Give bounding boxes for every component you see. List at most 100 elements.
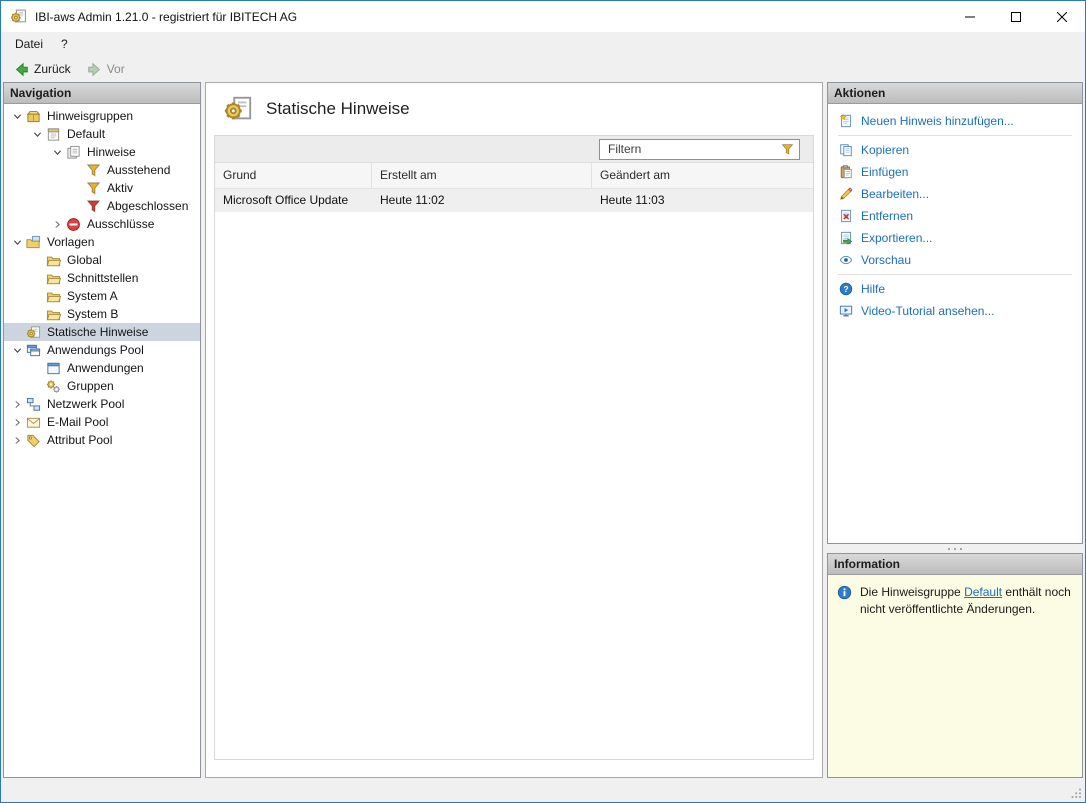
toolbar: Zurück Vor bbox=[1, 56, 1085, 82]
attribute-pool-icon bbox=[26, 433, 41, 448]
default-group-link[interactable]: Default bbox=[964, 585, 1002, 599]
chevron-right-icon[interactable] bbox=[48, 219, 66, 230]
tree-item-schnittstellen[interactable]: Schnittstellen bbox=[4, 269, 200, 287]
back-button-label: Zurück bbox=[34, 62, 71, 76]
column-header-grund[interactable]: Grund bbox=[215, 163, 372, 188]
tree-item-email-pool[interactable]: E-Mail Pool bbox=[4, 413, 200, 431]
filter-button[interactable] bbox=[775, 140, 799, 159]
tree-item-label: Ausstehend bbox=[107, 163, 170, 177]
tree-item-label: Anwendungen bbox=[67, 361, 144, 375]
navigation-header: Navigation bbox=[4, 83, 200, 104]
tree-item-label: Abgeschlossen bbox=[107, 199, 188, 213]
chevron-down-icon[interactable] bbox=[8, 237, 26, 248]
main-header: Statische Hinweise bbox=[206, 83, 822, 133]
chevron-right-icon[interactable] bbox=[8, 399, 26, 410]
chevron-down-icon[interactable] bbox=[8, 345, 26, 356]
export-icon bbox=[839, 231, 853, 245]
cell-geaendert-am: Heute 11:03 bbox=[592, 189, 813, 212]
actions-list: Neuen Hinweis hinzufügen... Kopieren Ein… bbox=[828, 104, 1082, 328]
tree-item-ausschluesse[interactable]: Ausschlüsse bbox=[4, 215, 200, 233]
tree-item-abgeschlossen[interactable]: Abgeschlossen bbox=[4, 197, 200, 215]
action-remove[interactable]: Entfernen bbox=[828, 205, 1082, 227]
action-label: Entfernen bbox=[861, 209, 913, 223]
action-copy[interactable]: Kopieren bbox=[828, 139, 1082, 161]
action-help[interactable]: Hilfe bbox=[828, 278, 1082, 300]
action-paste[interactable]: Einfügen bbox=[828, 161, 1082, 183]
chevron-down-icon[interactable] bbox=[8, 111, 26, 122]
tree-item-label: Attribut Pool bbox=[47, 433, 112, 447]
funnel-yellow-icon bbox=[86, 181, 101, 196]
filter-input[interactable] bbox=[600, 142, 775, 156]
tree-item-label: System B bbox=[67, 307, 118, 321]
tree-item-netzwerk-pool[interactable]: Netzwerk Pool bbox=[4, 395, 200, 413]
action-export[interactable]: Exportieren... bbox=[828, 227, 1082, 249]
tree-item-label: Global bbox=[67, 253, 102, 267]
tree-item-system-b[interactable]: System B bbox=[4, 305, 200, 323]
panel-splitter[interactable] bbox=[827, 544, 1083, 553]
information-text: Die Hinweisgruppe Default enthält noch n… bbox=[860, 584, 1073, 619]
back-button[interactable]: Zurück bbox=[6, 60, 79, 79]
tree-item-system-a[interactable]: System A bbox=[4, 287, 200, 305]
forward-button[interactable]: Vor bbox=[79, 60, 133, 79]
email-pool-icon bbox=[26, 415, 41, 430]
forward-arrow-icon bbox=[87, 62, 102, 77]
maximize-button[interactable] bbox=[993, 1, 1039, 32]
tree-item-anwendungs-pool[interactable]: Anwendungs Pool bbox=[4, 341, 200, 359]
action-video-tutorial[interactable]: Video-Tutorial ansehen... bbox=[828, 300, 1082, 322]
tree-item-hinweise[interactable]: Hinweise bbox=[4, 143, 200, 161]
navigation-tree: Hinweisgruppen Default Hinweise Ausstehe… bbox=[4, 104, 200, 777]
menu-datei[interactable]: Datei bbox=[6, 33, 52, 55]
cell-grund: Microsoft Office Update bbox=[215, 189, 372, 212]
information-body: Die Hinweisgruppe Default enthält noch n… bbox=[828, 575, 1082, 777]
tree-item-attribut-pool[interactable]: Attribut Pool bbox=[4, 431, 200, 449]
chevron-right-icon[interactable] bbox=[8, 435, 26, 446]
tree-item-label: E-Mail Pool bbox=[47, 415, 108, 429]
action-label: Vorschau bbox=[861, 253, 911, 267]
action-label: Bearbeiten... bbox=[861, 187, 929, 201]
table-row[interactable]: Microsoft Office Update Heute 11:02 Heut… bbox=[215, 189, 813, 212]
tree-item-label: Statische Hinweise bbox=[47, 325, 148, 339]
tree-item-ausstehend[interactable]: Ausstehend bbox=[4, 161, 200, 179]
tree-item-hinweisgruppen[interactable]: Hinweisgruppen bbox=[4, 107, 200, 125]
action-preview[interactable]: Vorschau bbox=[828, 249, 1082, 271]
folder-icon bbox=[46, 289, 61, 304]
app-window: IBI-aws Admin 1.21.0 - registriert für I… bbox=[0, 0, 1086, 803]
resize-grip[interactable] bbox=[1070, 787, 1082, 799]
chevron-right-icon[interactable] bbox=[8, 417, 26, 428]
table-header-row: Grund Erstellt am Geändert am bbox=[215, 163, 813, 189]
tree-item-global[interactable]: Global bbox=[4, 251, 200, 269]
chevron-down-icon[interactable] bbox=[48, 147, 66, 158]
menu-help[interactable]: ? bbox=[52, 33, 77, 55]
static-hints-icon bbox=[223, 94, 253, 124]
action-label: Neuen Hinweis hinzufügen... bbox=[861, 114, 1014, 128]
hint-group-icon bbox=[46, 127, 61, 142]
filter-box bbox=[599, 139, 800, 160]
action-add-hint[interactable]: Neuen Hinweis hinzufügen... bbox=[828, 110, 1082, 132]
tree-item-default[interactable]: Default bbox=[4, 125, 200, 143]
tree-item-label: Ausschlüsse bbox=[87, 217, 154, 231]
actions-separator bbox=[838, 135, 1072, 136]
tree-item-label: Vorlagen bbox=[47, 235, 94, 249]
funnel-red-icon bbox=[86, 199, 101, 214]
status-strip bbox=[1, 778, 1085, 802]
tree-item-label: Schnittstellen bbox=[67, 271, 138, 285]
page-title: Statische Hinweise bbox=[266, 99, 410, 119]
minimize-button[interactable] bbox=[947, 1, 993, 32]
tree-item-aktiv[interactable]: Aktiv bbox=[4, 179, 200, 197]
application-pool-icon bbox=[26, 343, 41, 358]
close-button[interactable] bbox=[1039, 1, 1085, 32]
copy-icon bbox=[839, 143, 853, 157]
cell-erstellt-am: Heute 11:02 bbox=[372, 189, 592, 212]
tree-item-label: Anwendungs Pool bbox=[47, 343, 144, 357]
chevron-down-icon[interactable] bbox=[28, 129, 46, 140]
tree-item-vorlagen[interactable]: Vorlagen bbox=[4, 233, 200, 251]
tree-item-anwendungen[interactable]: Anwendungen bbox=[4, 359, 200, 377]
action-edit[interactable]: Bearbeiten... bbox=[828, 183, 1082, 205]
tree-item-gruppen[interactable]: Gruppen bbox=[4, 377, 200, 395]
column-header-erstellt-am[interactable]: Erstellt am bbox=[372, 163, 592, 188]
column-header-geaendert-am[interactable]: Geändert am bbox=[592, 163, 813, 188]
actions-panel: Aktionen Neuen Hinweis hinzufügen... Kop… bbox=[827, 82, 1083, 544]
tree-item-statische-hinweise[interactable]: Statische Hinweise bbox=[4, 323, 200, 341]
action-label: Exportieren... bbox=[861, 231, 932, 245]
edit-icon bbox=[839, 187, 853, 201]
